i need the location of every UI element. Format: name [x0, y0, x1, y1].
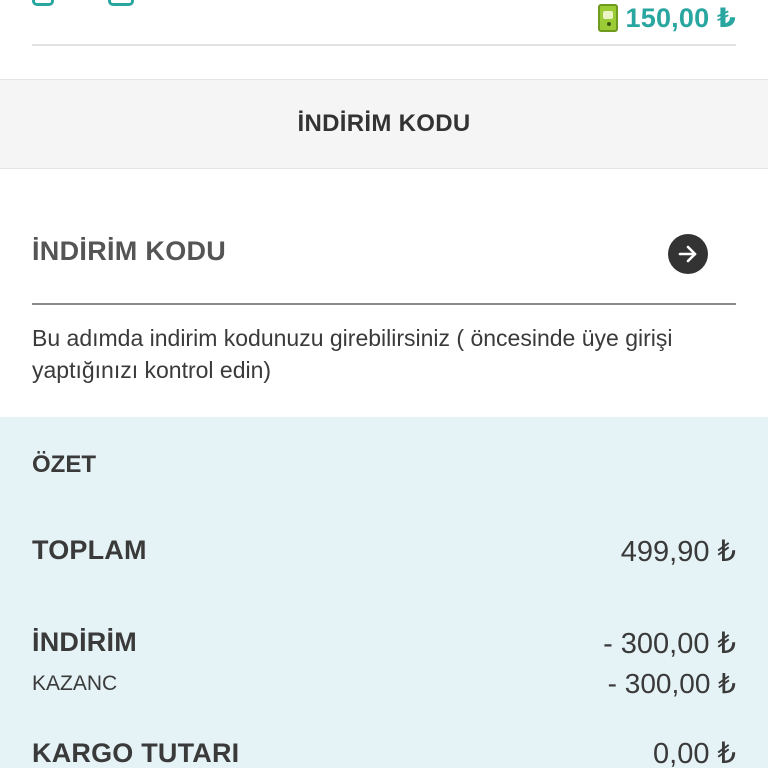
- discount-section-header[interactable]: İNDİRİM KODU: [0, 79, 768, 169]
- discount-help-text: Bu adımda indirim kodunuzu girebilirsini…: [32, 325, 673, 383]
- quantity-decrease-button[interactable]: [32, 0, 54, 6]
- discount-code-input[interactable]: [32, 215, 632, 287]
- order-summary: ÖZET TOPLAM 499,90 ₺ İNDİRİM - 300,00 ₺ …: [0, 417, 768, 768]
- total-label: TOPLAM: [32, 535, 147, 565]
- shipping-value: 0,00 ₺: [653, 738, 736, 768]
- cart-item-row: 150,00 ₺: [32, 0, 736, 46]
- summary-title: ÖZET: [32, 451, 96, 478]
- gift-card-icon: [597, 4, 618, 32]
- discount-label: İNDİRİM: [32, 627, 137, 657]
- arrow-right-circle-icon: [678, 245, 697, 263]
- shipping-label: KARGO TUTARI: [32, 738, 240, 768]
- quantity-increase-button[interactable]: [108, 0, 134, 6]
- discount-value: - 300,00 ₺: [603, 628, 736, 660]
- total-value: 499,90 ₺: [620, 536, 736, 568]
- item-price: 150,00 ₺: [597, 2, 736, 34]
- gain-value: - 300,00 ₺: [607, 668, 736, 699]
- discount-code-field: [32, 215, 736, 305]
- item-price-value: 150,00 ₺: [625, 2, 736, 33]
- gain-label: KAZANC: [32, 672, 118, 695]
- discount-code-submit-button[interactable]: [668, 234, 708, 274]
- discount-section-title: İNDİRİM KODU: [297, 110, 471, 137]
- cart-page: 150,00 ₺ İNDİRİM KODU Bu adımda indirim …: [0, 0, 768, 768]
